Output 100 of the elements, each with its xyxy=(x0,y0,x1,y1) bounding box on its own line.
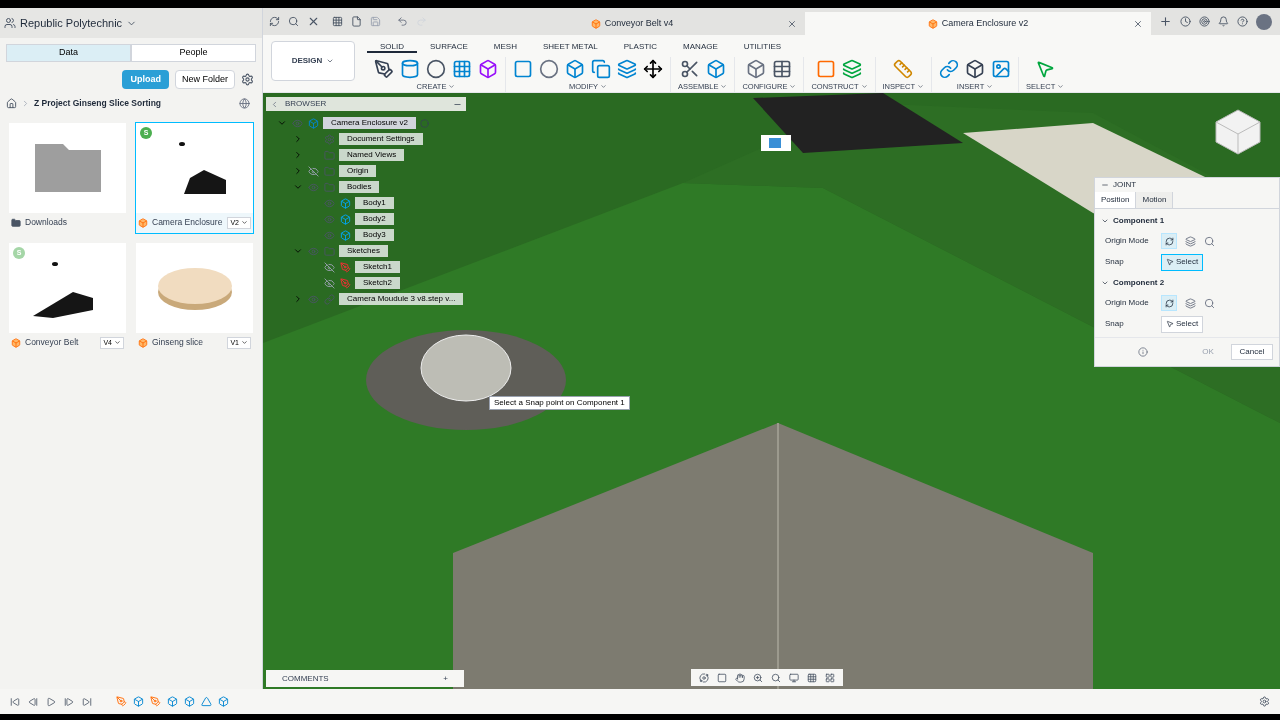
dialog-tab[interactable]: Position xyxy=(1095,192,1137,208)
extrude-feature-icon[interactable] xyxy=(167,696,178,707)
search-icon[interactable] xyxy=(1204,297,1215,309)
expand-caret-icon[interactable] xyxy=(293,294,303,304)
sketch-icon[interactable] xyxy=(374,59,394,79)
toolbar-tab[interactable]: MESH xyxy=(480,41,530,53)
tree-item[interactable]: Sketch2 xyxy=(355,277,400,289)
link-icon[interactable] xyxy=(939,59,960,79)
select-button[interactable]: Select xyxy=(1161,315,1204,333)
add-comment-button[interactable]: + xyxy=(443,672,448,685)
expand-caret-icon[interactable] xyxy=(293,134,303,144)
display-icon[interactable] xyxy=(789,672,799,683)
shell-icon[interactable] xyxy=(565,59,585,79)
toolbar-tab[interactable]: SURFACE xyxy=(417,41,481,53)
save-icon[interactable] xyxy=(370,16,381,27)
hidden-eye-icon[interactable] xyxy=(324,277,335,289)
home-icon[interactable] xyxy=(6,97,17,109)
mirror-feature-icon[interactable] xyxy=(201,696,212,707)
collapse-panel-icon[interactable] xyxy=(270,99,279,109)
expand-caret-icon[interactable] xyxy=(293,150,303,160)
breadcrumb-folder[interactable]: Z Project Ginseng Slice Sorting xyxy=(34,97,235,110)
extrude-feature-icon[interactable] xyxy=(184,696,195,707)
select-icon[interactable] xyxy=(1035,59,1056,79)
close-tab-icon[interactable] xyxy=(787,18,797,29)
combine-icon[interactable] xyxy=(591,59,611,79)
tree-item[interactable]: Body3 xyxy=(355,229,394,241)
midplane-icon[interactable] xyxy=(842,59,863,79)
extrude-feature-icon[interactable] xyxy=(133,696,144,707)
plane-icon[interactable] xyxy=(816,59,837,79)
cancel-button[interactable]: Cancel xyxy=(1231,344,1273,360)
globe-icon[interactable] xyxy=(239,97,250,109)
move-icon[interactable] xyxy=(643,59,663,79)
layers-icon[interactable] xyxy=(1185,235,1196,247)
origin-mode-icon[interactable] xyxy=(1161,295,1177,311)
clock-icon[interactable] xyxy=(1180,16,1191,27)
view-cube-icon[interactable] xyxy=(1214,108,1262,156)
tree-item[interactable]: Document Settings xyxy=(339,133,423,145)
tree-item[interactable]: Body1 xyxy=(355,197,394,209)
help-icon[interactable] xyxy=(1237,16,1248,27)
search-icon[interactable] xyxy=(288,16,299,27)
image-icon[interactable] xyxy=(991,59,1012,79)
refresh-icon[interactable] xyxy=(269,16,280,27)
settings-icon[interactable] xyxy=(1259,696,1270,707)
workspace-dropdown[interactable]: DESIGN xyxy=(271,41,355,81)
viewports-icon[interactable] xyxy=(825,672,835,683)
previous-step-icon[interactable] xyxy=(28,696,38,707)
select-button[interactable]: Select xyxy=(1161,253,1204,271)
new-folder-button[interactable]: New Folder xyxy=(175,70,235,89)
toolbar-tab[interactable]: SHEET METAL xyxy=(529,41,611,53)
tree-item[interactable]: Body2 xyxy=(355,213,394,225)
collapse-icon[interactable] xyxy=(1101,181,1109,189)
tree-item[interactable]: Origin xyxy=(339,165,377,177)
collapse-caret-icon[interactable] xyxy=(1101,217,1109,225)
tree-item[interactable]: Camera Enclosure v2 xyxy=(323,117,416,129)
new-component-icon[interactable] xyxy=(705,59,726,79)
collapse-caret-icon[interactable] xyxy=(293,246,303,256)
tree-item[interactable]: Named Views xyxy=(339,149,405,161)
play-icon[interactable] xyxy=(46,696,56,707)
toolbar-tab[interactable]: MANAGE xyxy=(670,41,731,53)
avatar[interactable] xyxy=(1256,13,1272,30)
orbit-icon[interactable] xyxy=(699,672,709,683)
status-icon[interactable] xyxy=(1199,16,1210,27)
tree-item[interactable]: Sketch1 xyxy=(355,261,400,273)
layers-icon[interactable] xyxy=(617,59,637,79)
next-step-icon[interactable] xyxy=(64,696,74,707)
tree-item[interactable]: Camera Moudule 3 v8.step v... xyxy=(339,293,464,305)
press-pull-icon[interactable] xyxy=(513,59,533,79)
last-step-icon[interactable] xyxy=(82,696,92,707)
extrude-feature-icon[interactable] xyxy=(218,696,229,707)
collapse-caret-icon[interactable] xyxy=(1101,279,1109,287)
box-icon[interactable] xyxy=(746,59,767,79)
collapse-caret-icon[interactable] xyxy=(277,118,287,128)
extrude-icon[interactable] xyxy=(400,59,420,79)
toolbar-tab[interactable]: SOLID xyxy=(367,41,417,53)
cube-icon[interactable] xyxy=(478,59,498,79)
hidden-eye-icon[interactable] xyxy=(324,261,335,273)
insert-icon[interactable] xyxy=(965,59,986,79)
close-tab-icon[interactable] xyxy=(1133,18,1143,29)
ruler-icon[interactable] xyxy=(893,59,914,79)
sketch-feature-icon[interactable] xyxy=(116,696,127,707)
fillet-icon[interactable] xyxy=(539,59,559,79)
look-at-icon[interactable] xyxy=(717,672,727,683)
first-step-icon[interactable] xyxy=(10,696,20,707)
panel-tab[interactable]: Data xyxy=(6,44,131,62)
app-grid-icon[interactable] xyxy=(332,16,343,27)
toolbar-tab[interactable]: UTILITIES xyxy=(730,41,795,53)
table-icon[interactable] xyxy=(772,59,793,79)
search-icon[interactable] xyxy=(1204,235,1215,247)
pan-icon[interactable] xyxy=(735,672,745,683)
new-tab-icon[interactable] xyxy=(1159,15,1172,28)
joint-icon[interactable] xyxy=(679,59,700,79)
hole-icon[interactable] xyxy=(426,59,446,79)
close-icon[interactable] xyxy=(307,15,320,28)
hidden-eye-icon[interactable] xyxy=(308,165,319,177)
toolbar-tab[interactable]: PLASTIC xyxy=(610,41,671,53)
dialog-tab[interactable]: Motion xyxy=(1136,192,1174,208)
undo-icon[interactable] xyxy=(397,16,408,27)
origin-mode-icon[interactable] xyxy=(1161,233,1177,249)
tree-item[interactable]: Sketches xyxy=(339,245,388,257)
fit-icon[interactable] xyxy=(771,672,781,683)
